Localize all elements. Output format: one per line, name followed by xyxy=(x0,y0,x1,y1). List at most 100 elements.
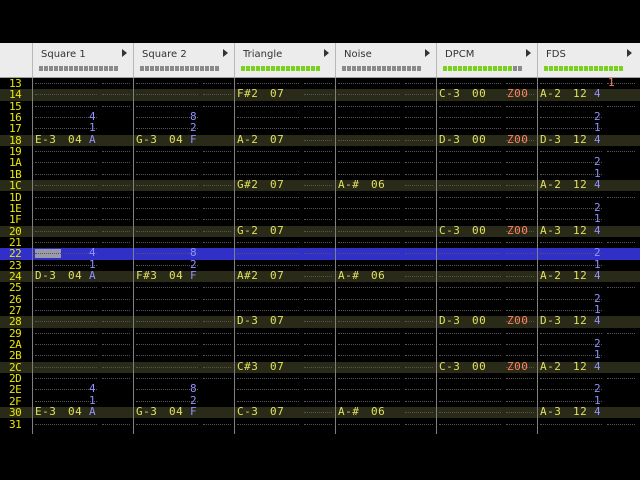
note-cell[interactable]: A-2 xyxy=(540,360,561,373)
note-cell[interactable]: A-# xyxy=(338,406,359,418)
pattern-grid[interactable]: 13 1 14 F#2 07 C-3 00 Z00 A-2 12 4 15 16 4 8 2 17 1 2 1 18 E-… xyxy=(0,77,640,432)
note-cell[interactable]: D-3 xyxy=(35,269,56,282)
note-cell[interactable]: C-3 xyxy=(237,406,258,418)
expand-arrow-icon[interactable] xyxy=(425,49,430,57)
volume-cell[interactable]: 4 xyxy=(594,224,601,237)
instrument-cell[interactable]: 00 xyxy=(472,88,486,100)
volume-cell[interactable]: 4 xyxy=(594,88,601,100)
note-cell[interactable]: A-2 xyxy=(540,179,561,191)
instrument-cell[interactable]: 06 xyxy=(371,406,385,418)
note-cell[interactable]: D-3 xyxy=(439,315,460,327)
note-cell[interactable]: A#2 xyxy=(237,269,258,282)
expand-arrow-icon[interactable] xyxy=(324,49,329,57)
volume-cell[interactable]: 4 xyxy=(594,360,601,373)
channel-header-triangle[interactable]: Triangle xyxy=(234,43,335,77)
pattern-row[interactable]: 1D xyxy=(0,192,640,203)
instrument-cell[interactable]: 04 xyxy=(169,269,183,282)
channel-header-square-2[interactable]: Square 2 xyxy=(133,43,234,77)
effect-cell[interactable]: Z00 xyxy=(507,315,528,327)
note-cell[interactable]: A-2 xyxy=(540,269,561,282)
note-cell[interactable]: A-2 xyxy=(540,88,561,100)
note-cell[interactable]: C-3 xyxy=(439,224,460,237)
instrument-cell[interactable]: 04 xyxy=(169,133,183,146)
effect-cell[interactable]: Z00 xyxy=(507,88,528,100)
note-cell[interactable]: A-# xyxy=(338,179,359,191)
pattern-row[interactable]: 1E 2 xyxy=(0,201,640,214)
instrument-cell[interactable]: 07 xyxy=(270,179,284,191)
instrument-cell[interactable]: 12 xyxy=(573,179,587,191)
volume-cell[interactable]: A xyxy=(89,133,96,146)
pattern-row[interactable]: 20 G-2 07 C-3 00 Z00 A-3 12 4 xyxy=(0,224,640,237)
instrument-cell[interactable]: 07 xyxy=(270,133,284,146)
instrument-cell[interactable]: 12 xyxy=(573,88,587,100)
expand-arrow-icon[interactable] xyxy=(627,49,632,57)
pattern-row[interactable]: 24 D-3 04 A F#3 04 F A#2 07 A-# 06 A-2 12 4 xyxy=(0,269,640,283)
instrument-cell[interactable]: 06 xyxy=(371,269,385,282)
instrument-cell[interactable]: 00 xyxy=(472,360,486,373)
instrument-cell[interactable]: 12 xyxy=(573,224,587,237)
effect-cell[interactable]: 1 xyxy=(608,77,615,89)
note-cell[interactable]: G-3 xyxy=(136,133,157,146)
instrument-cell[interactable]: 07 xyxy=(270,88,284,100)
note-cell[interactable]: D-3 xyxy=(237,315,258,327)
instrument-cell[interactable]: 07 xyxy=(270,224,284,237)
channel-header-noise[interactable]: Noise xyxy=(335,43,436,77)
instrument-cell[interactable]: 04 xyxy=(68,269,82,282)
expand-arrow-icon[interactable] xyxy=(122,49,127,57)
pattern-row[interactable]: 30 E-3 04 A G-3 04 F C-3 07 A-# 06 A-3 12 4 xyxy=(0,406,640,419)
expand-arrow-icon[interactable] xyxy=(223,49,228,57)
note-cell[interactable]: E-3 xyxy=(35,406,56,418)
instrument-cell[interactable]: 07 xyxy=(270,269,284,282)
effect-cell[interactable]: Z00 xyxy=(507,224,528,237)
volume-cell[interactable]: A xyxy=(89,269,96,282)
channel-header-dpcm[interactable]: DPCM xyxy=(436,43,537,77)
volume-cell[interactable]: 4 xyxy=(594,133,601,146)
pattern-row[interactable]: 1C G#2 07 A-# 06 A-2 12 4 xyxy=(0,179,640,192)
instrument-cell[interactable]: 07 xyxy=(270,406,284,418)
pattern-row[interactable]: 25 xyxy=(0,282,640,293)
instrument-cell[interactable]: 04 xyxy=(68,406,82,418)
channel-header-fds[interactable]: FDS xyxy=(537,43,638,77)
pattern-row[interactable]: 18 E-3 04 A G-3 04 F A-2 07 D-3 00 Z00 D-3 12 4 xyxy=(0,133,640,147)
instrument-cell[interactable]: 00 xyxy=(472,224,486,237)
note-cell[interactable]: C-3 xyxy=(439,360,460,373)
effect-cell[interactable]: Z00 xyxy=(507,133,528,146)
pattern-row[interactable]: 29 xyxy=(0,328,640,339)
instrument-cell[interactable]: 12 xyxy=(573,133,587,146)
note-cell[interactable]: C#3 xyxy=(237,360,258,373)
pattern-row[interactable]: 19 xyxy=(0,146,640,157)
note-cell[interactable]: G-2 xyxy=(237,224,258,237)
note-cell[interactable]: A-2 xyxy=(237,133,258,146)
instrument-cell[interactable]: 00 xyxy=(472,315,486,327)
pattern-row[interactable]: 14 F#2 07 C-3 00 Z00 A-2 12 4 xyxy=(0,88,640,101)
note-cell[interactable]: F#3 xyxy=(136,269,157,282)
instrument-cell[interactable]: 07 xyxy=(270,360,284,373)
note-cell[interactable]: F#2 xyxy=(237,88,258,100)
volume-cell[interactable]: 4 xyxy=(594,315,601,327)
note-cell[interactable]: G-3 xyxy=(136,406,157,418)
volume-cell[interactable]: 4 xyxy=(594,269,601,282)
note-cell[interactable]: D-3 xyxy=(540,133,561,146)
volume-cell[interactable]: 4 xyxy=(594,179,601,191)
note-cell[interactable]: D-3 xyxy=(439,133,460,146)
channel-header-square-1[interactable]: Square 1 xyxy=(32,43,133,77)
note-cell[interactable]: A-3 xyxy=(540,224,561,237)
pattern-row[interactable]: 26 2 xyxy=(0,292,640,305)
pattern-row[interactable]: 31 xyxy=(0,419,640,430)
instrument-cell[interactable]: 07 xyxy=(270,315,284,327)
pattern-row[interactable]: 2A 2 xyxy=(0,338,640,350)
instrument-cell[interactable]: 12 xyxy=(573,360,587,373)
pattern-row[interactable]: 2C C#3 07 C-3 00 Z00 A-2 12 4 xyxy=(0,360,640,374)
instrument-cell[interactable]: 12 xyxy=(573,406,587,418)
note-cell[interactable]: A-3 xyxy=(540,406,561,418)
volume-cell[interactable]: F xyxy=(190,406,197,418)
instrument-cell[interactable]: 00 xyxy=(472,133,486,146)
instrument-cell[interactable]: 04 xyxy=(169,406,183,418)
instrument-cell[interactable]: 06 xyxy=(371,179,385,191)
volume-cell[interactable]: F xyxy=(190,133,197,146)
pattern-editor[interactable]: Square 1 Square 2 Triangle Noise DPCM FDS 1 3 1… xyxy=(0,0,640,480)
volume-cell[interactable]: F xyxy=(190,269,197,282)
pattern-row[interactable]: 28 D-3 07 D-3 00 Z00 D-3 12 4 xyxy=(0,315,640,328)
note-cell[interactable]: G#2 xyxy=(237,179,258,191)
volume-cell[interactable]: 4 xyxy=(594,406,601,418)
